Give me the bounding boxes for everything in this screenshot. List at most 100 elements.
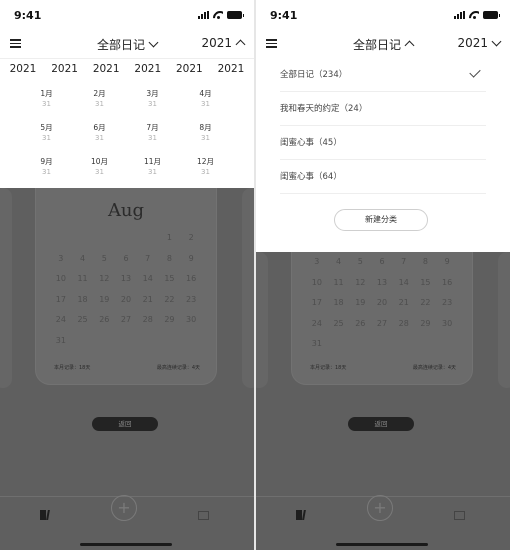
month-option[interactable]: 6月 31 (73, 123, 126, 143)
plus-icon[interactable]: + (367, 495, 393, 521)
month-label: 10月 (90, 157, 109, 166)
category-dropdown: 全部日记（234） 我和春天的约定（24） 闺蜜心事（45） 闺蜜心事（64） … (256, 58, 510, 252)
calendar-day (115, 228, 137, 249)
calendar-day: 3 (58, 253, 64, 263)
month-option[interactable]: 8月 31 (179, 123, 232, 143)
chart-icon[interactable] (454, 511, 465, 520)
category-item[interactable]: 闺蜜心事（64） (280, 160, 486, 194)
prev-card-edge (256, 252, 268, 388)
dim-overlay[interactable]: 3 4 5 6 7 8 9 10 11 12 13 14 15 16 17 18 19 20 21 22 23 24 25 2… (256, 232, 510, 550)
category-item[interactable]: 全部日记（234） (280, 58, 486, 92)
calendar-day: 18 (333, 298, 344, 307)
month-days: 31 (148, 100, 157, 108)
back-button[interactable]: 返回 (348, 417, 414, 431)
month-days: 31 (95, 168, 104, 176)
calendar-day: 26 (99, 315, 110, 324)
calendar-day: 25 (77, 315, 88, 324)
calendar-day: 13 (120, 274, 132, 283)
signal-icon (198, 11, 209, 19)
prev-card-edge (0, 188, 12, 388)
month-option[interactable]: 5月 31 (20, 123, 73, 143)
chart-icon[interactable] (198, 511, 209, 520)
calendar-day: 24 (55, 315, 66, 324)
system-icons (454, 11, 500, 19)
category-label: 闺蜜心事（64） (280, 172, 342, 182)
chevron-down-icon (491, 36, 502, 47)
year-label: 2021 (457, 36, 488, 50)
calendar-day: 10 (55, 274, 66, 283)
book-icon[interactable] (296, 510, 306, 520)
year-option[interactable]: 2021 (45, 63, 85, 75)
calendar-day: 8 (422, 257, 428, 266)
month-label: 4月 (199, 89, 212, 98)
month-option[interactable]: 12月 31 (179, 157, 232, 177)
category-item[interactable]: 闺蜜心事（45） (280, 126, 486, 160)
book-icon[interactable] (40, 510, 50, 520)
month-option[interactable]: 11月 31 (126, 157, 179, 177)
month-option[interactable]: 9月 31 (20, 157, 73, 177)
calendar-day: 6 (123, 253, 129, 263)
calendar-day: 10 (311, 277, 322, 287)
chevron-up-icon (404, 40, 415, 51)
month-option[interactable]: 4月 31 (179, 89, 232, 109)
calendar-day: 23 (186, 294, 197, 304)
year-option[interactable]: 2021 (86, 63, 126, 75)
month-option[interactable]: 1月 31 (20, 89, 73, 109)
year-label: 2021 (201, 36, 232, 50)
category-label: 全部日记（234） (280, 70, 348, 80)
year-row: 2021 2021 2021 2021 2021 2021 (3, 63, 251, 75)
month-option[interactable]: 7月 31 (126, 123, 179, 143)
next-card-edge (242, 188, 254, 388)
calendar-day: 24 (311, 318, 322, 328)
month-option[interactable]: 2月 31 (73, 89, 126, 109)
year-selector[interactable]: 2021 (201, 36, 246, 50)
calendar-day: 28 (398, 318, 409, 328)
category-item[interactable]: 我和春天的约定（24） (280, 92, 486, 126)
month-option[interactable]: 10月 31 (73, 157, 126, 177)
month-label: 1月 (40, 89, 53, 98)
calendar-day: 16 (186, 274, 197, 283)
calendar-grid: 3 4 5 6 7 8 9 10 11 12 13 14 15 16 17 18 19 20 21 22 23 24 25 2… (306, 252, 458, 355)
wifi-icon (469, 11, 479, 19)
calendar-day: 17 (311, 298, 322, 307)
year-option[interactable]: 2021 (169, 63, 209, 75)
plus-icon[interactable]: + (111, 495, 137, 521)
category-title: 全部日记 (96, 38, 145, 52)
month-label: 8月 (199, 123, 212, 132)
calendar-day: 22 (420, 298, 431, 307)
calendar-day: 21 (142, 294, 153, 304)
year-selector[interactable]: 2021 (457, 36, 502, 50)
calendar-day: 12 (99, 274, 110, 283)
calendar-day: 6 (379, 257, 385, 266)
calendar-day: 20 (376, 298, 388, 307)
category-label: 我和春天的约定（24） (280, 104, 368, 114)
calendar-day: 13 (376, 277, 388, 287)
year-option[interactable]: 2021 (211, 63, 251, 75)
month-label: 12月 (196, 157, 215, 166)
calendar-day: 15 (164, 274, 175, 283)
calendar-day: 15 (420, 277, 431, 287)
status-bar: 9:41 (256, 0, 510, 30)
calendar-day: 1 (166, 233, 172, 242)
month-days: 31 (201, 168, 210, 176)
new-category-button[interactable]: 新建分类 (334, 209, 428, 231)
month-option[interactable]: 3月 31 (126, 89, 179, 109)
year-option[interactable]: 2021 (3, 63, 43, 75)
top-nav: 全部日记 2021 (256, 30, 510, 58)
month-name: Aug (107, 200, 145, 221)
calendar-day: 16 (442, 277, 453, 287)
status-time: 9:41 (270, 9, 298, 22)
month-days: 31 (42, 134, 51, 142)
dim-overlay[interactable]: Aug 1 2 3 4 5 6 7 8 9 10 11 12 13 14 15 16 17 18 19 20 21 22 2… (0, 148, 254, 550)
back-button[interactable]: 返回 (92, 417, 158, 431)
left-screen: 9:41 全部日记 2021 Aug 1 2 3 4 5 6 7 8 9 10 11 12 13 14 15… (0, 0, 254, 550)
calendar-day: 28 (142, 315, 153, 324)
wifi-icon (213, 11, 223, 19)
battery-icon (227, 11, 244, 19)
home-indicator (80, 543, 172, 546)
calendar-day: 14 (398, 277, 409, 287)
month-days: 31 (148, 134, 157, 142)
calendar-day: 22 (164, 294, 175, 304)
month-label: 2月 (93, 89, 106, 98)
year-option[interactable]: 2021 (128, 63, 168, 75)
